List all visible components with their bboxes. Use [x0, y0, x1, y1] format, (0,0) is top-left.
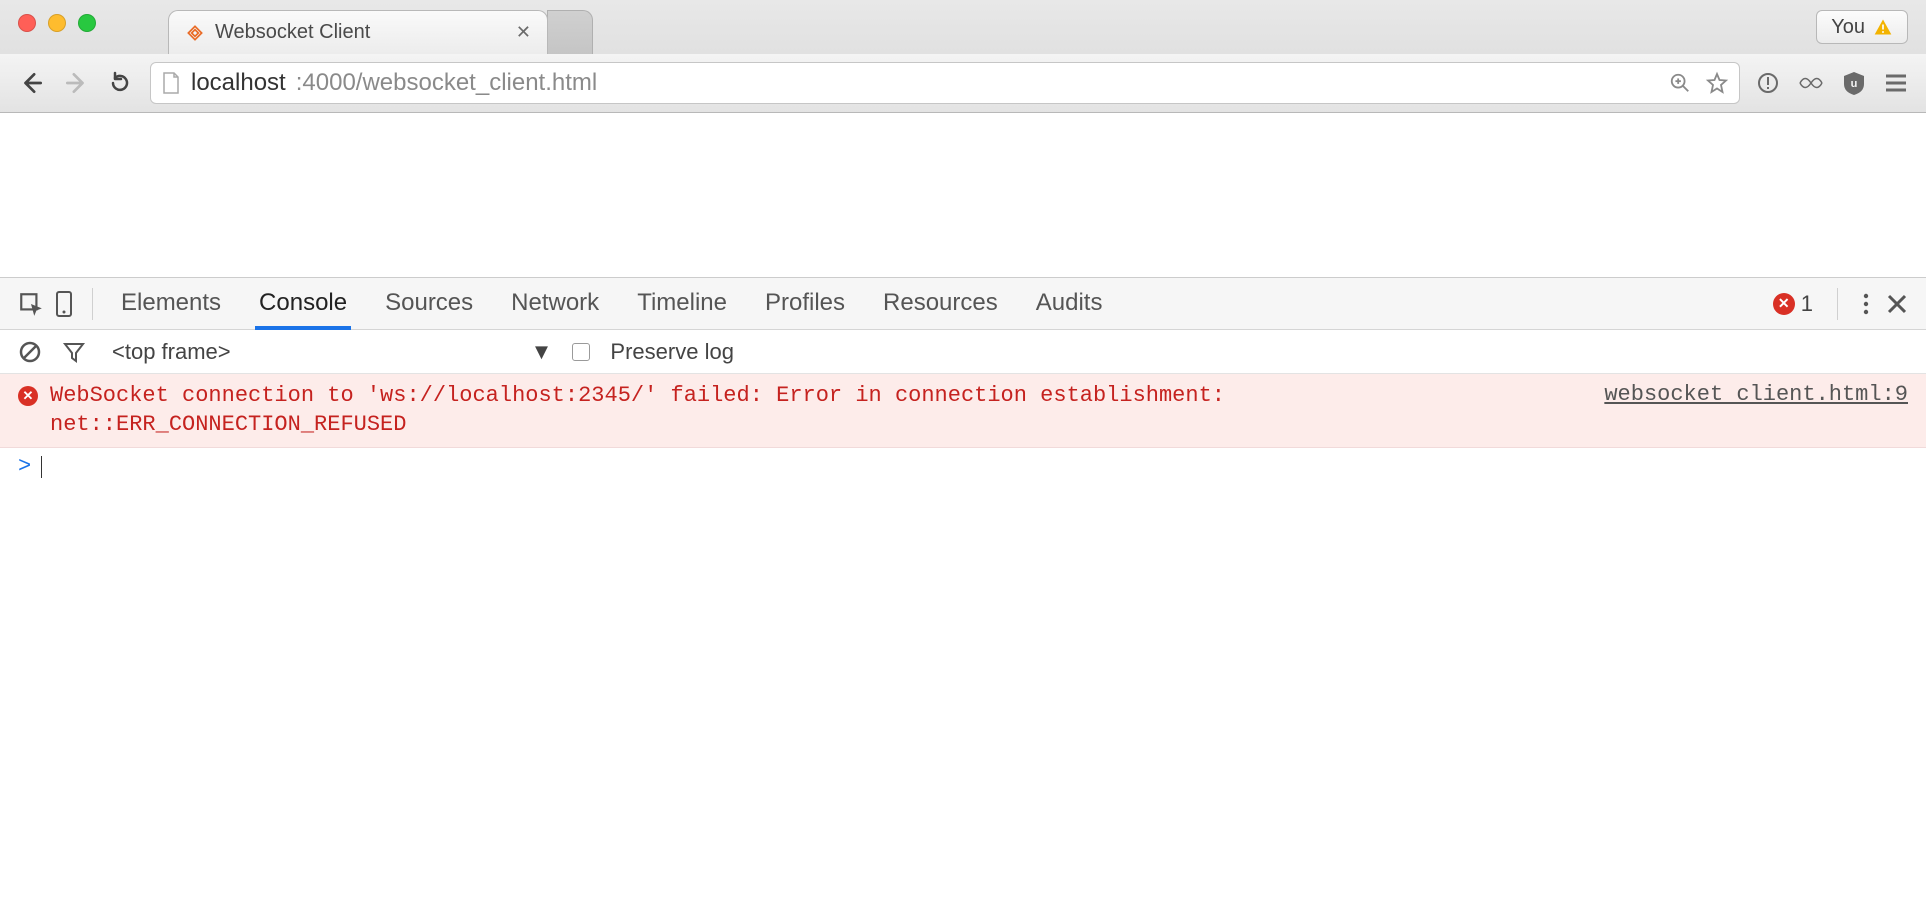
text-cursor	[41, 456, 42, 478]
navigation-bar: localhost :4000/websocket_client.html u	[0, 54, 1926, 112]
window-zoom-button[interactable]	[78, 14, 96, 32]
devtools-close-icon[interactable]	[1886, 293, 1908, 315]
url-host: localhost	[191, 69, 286, 97]
browser-tab[interactable]: Websocket Client ✕	[168, 10, 548, 54]
preserve-log-checkbox[interactable]	[572, 343, 590, 361]
error-badge-icon: ✕	[1773, 293, 1795, 315]
tab-favicon-icon	[185, 23, 205, 43]
tab-close-button[interactable]: ✕	[516, 22, 531, 43]
preserve-log-label: Preserve log	[610, 339, 734, 365]
extension-1-icon[interactable]	[1756, 71, 1780, 95]
new-tab-button[interactable]	[547, 10, 593, 54]
device-mode-icon[interactable]	[54, 290, 74, 318]
forward-button[interactable]	[62, 69, 90, 97]
devtools-tab-timeline[interactable]: Timeline	[635, 279, 729, 329]
separator	[1837, 288, 1838, 320]
devtools-kebab-icon[interactable]	[1862, 292, 1870, 316]
extension-ublock-icon[interactable]: u	[1842, 70, 1866, 96]
page-icon	[161, 71, 181, 95]
clear-console-icon[interactable]	[18, 340, 42, 364]
bookmark-star-icon[interactable]	[1705, 71, 1729, 95]
tab-strip: Websocket Client ✕ You	[0, 0, 1926, 54]
devtools-tab-elements[interactable]: Elements	[119, 279, 223, 329]
window-minimize-button[interactable]	[48, 14, 66, 32]
error-icon: ✕	[18, 386, 38, 406]
prompt-chevron-icon: >	[18, 454, 31, 479]
devtools-tab-console[interactable]: Console	[257, 279, 349, 329]
devtools-tab-sources[interactable]: Sources	[383, 279, 475, 329]
warning-icon	[1873, 17, 1893, 37]
error-count-value: 1	[1801, 291, 1813, 317]
back-button[interactable]	[18, 69, 46, 97]
console-message-source-link[interactable]: websocket client.html:9	[1604, 382, 1908, 439]
profile-button[interactable]: You	[1816, 10, 1908, 44]
execution-context-select[interactable]: <top frame> ▼	[106, 339, 552, 365]
profile-label: You	[1831, 16, 1865, 39]
window-close-button[interactable]	[18, 14, 36, 32]
console-message-text: WebSocket connection to 'ws://localhost:…	[50, 382, 1592, 439]
svg-text:u: u	[1851, 78, 1858, 90]
devtools-tabs: Elements Console Sources Network Timeline Pro…	[119, 279, 1104, 329]
url-path: :4000/websocket_client.html	[296, 69, 598, 97]
toolbar-extensions: u	[1756, 70, 1908, 96]
zoom-icon[interactable]	[1669, 72, 1691, 94]
hamburger-menu-icon[interactable]	[1884, 73, 1908, 93]
devtools-tab-resources[interactable]: Resources	[881, 279, 1000, 329]
error-counter[interactable]: ✕ 1	[1773, 291, 1813, 317]
frame-label: <top frame>	[112, 339, 231, 365]
devtools-tab-profiles[interactable]: Profiles	[763, 279, 847, 329]
console-message-error: ✕ WebSocket connection to 'ws://localhos…	[0, 374, 1926, 448]
console-toolbar: <top frame> ▼ Preserve log	[0, 330, 1926, 374]
console-output: ✕ WebSocket connection to 'ws://localhos…	[0, 374, 1926, 898]
browser-chrome: Websocket Client ✕ You localhost:	[0, 0, 1926, 113]
devtools-main-bar: Elements Console Sources Network Timeline Pro…	[0, 278, 1926, 330]
tab-title: Websocket Client	[215, 21, 370, 44]
filter-icon[interactable]	[62, 340, 86, 364]
devtools-tab-network[interactable]: Network	[509, 279, 601, 329]
separator	[92, 288, 93, 320]
devtools-tab-audits[interactable]: Audits	[1034, 279, 1105, 329]
reload-button[interactable]	[106, 69, 134, 97]
page-viewport	[0, 113, 1926, 278]
window-controls	[18, 14, 96, 32]
extension-2-icon[interactable]	[1798, 72, 1824, 94]
chevron-down-icon: ▼	[531, 339, 553, 365]
address-bar[interactable]: localhost :4000/websocket_client.html	[150, 62, 1740, 104]
devtools-panel: Elements Console Sources Network Timeline Pro…	[0, 278, 1926, 898]
console-prompt[interactable]: >	[0, 448, 1926, 485]
inspect-element-icon[interactable]	[18, 291, 44, 317]
